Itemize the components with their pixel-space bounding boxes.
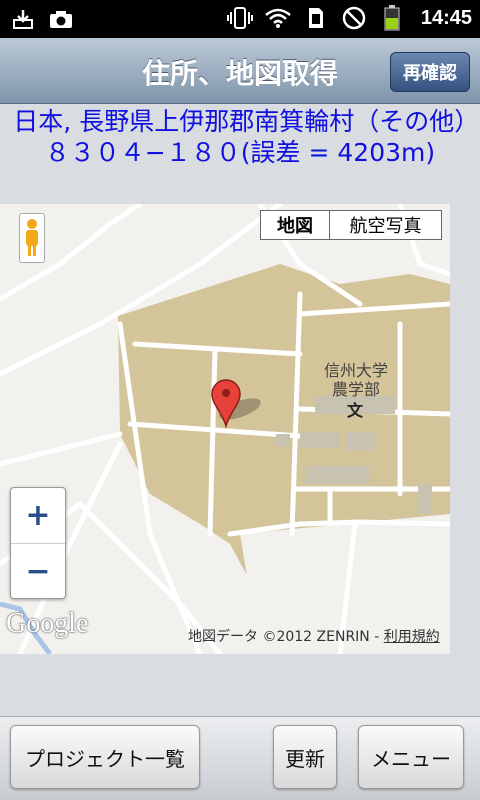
sd-card-icon (303, 5, 329, 31)
map-canvas[interactable] (0, 204, 450, 654)
school-symbol: 文 (347, 401, 364, 420)
address-text: 日本, 長野県上伊那郡南箕輪村（その他）８３０４−１８０(誤差 = 4203m) (13, 107, 467, 167)
zoom-out-button[interactable]: − (11, 543, 65, 598)
map-view[interactable]: 信州大学 農学部 文 地図 航空写真 + − Google 地図データ ©201… (0, 204, 450, 654)
wifi-icon (265, 5, 291, 31)
zoom-control: + − (10, 487, 66, 599)
clock: 14:45 (420, 6, 472, 29)
menu-button[interactable]: メニュー (358, 725, 464, 789)
zoom-in-button[interactable]: + (11, 488, 65, 543)
title-bar: 住所、地図取得 再確認 (0, 38, 480, 104)
battery-icon (379, 5, 405, 31)
update-button[interactable]: 更新 (273, 725, 337, 789)
map-data-credit: 地図データ ©2012 ZENRIN - (188, 629, 384, 645)
no-signal-icon (341, 5, 367, 31)
map-type-map-button[interactable]: 地図 (260, 210, 330, 240)
google-logo: Google (6, 608, 89, 639)
map-type-aerial-button[interactable]: 航空写真 (330, 210, 442, 240)
download-icon (10, 6, 36, 32)
camera-icon (48, 6, 74, 32)
map-credit: 地図データ ©2012 ZENRIN - 利用規約 (188, 626, 440, 646)
recheck-button[interactable]: 再確認 (390, 52, 470, 92)
terms-link[interactable]: 利用規約 (384, 629, 440, 645)
street-view-pegman-icon[interactable] (19, 213, 45, 263)
status-bar: 14:45 (0, 0, 480, 38)
map-type-control: 地図 航空写真 (260, 210, 442, 240)
bottom-bar: プロジェクト一覧 更新 メニュー (0, 716, 480, 800)
vibrate-icon (226, 5, 253, 31)
project-list-button[interactable]: プロジェクト一覧 (10, 725, 200, 789)
